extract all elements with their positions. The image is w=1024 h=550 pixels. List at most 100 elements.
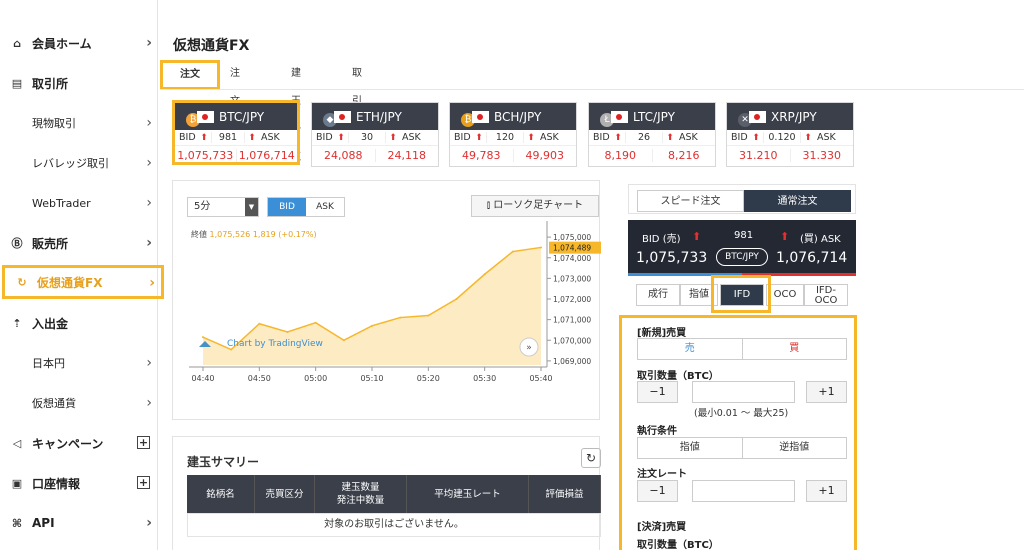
pair-card[interactable]: ◆ ETH/JPY BID ⬆ 30 ⬆ ASK 24,088 24,118 [311, 102, 439, 167]
chevron-right-icon: › [146, 235, 152, 251]
condition-label: 執行条件 [637, 426, 677, 437]
sidebar-item-member-home[interactable]: ⌂ 会員ホーム › [0, 23, 158, 63]
bid-up-arrow-icon: ⬆ [692, 230, 702, 243]
sidebar-item-crypto[interactable]: 仮想通貨 › [0, 383, 158, 423]
x-tick-label: 05:10 [360, 374, 383, 383]
chevron-right-icon: › [146, 35, 152, 51]
sidebar-item-spot[interactable]: 現物取引 › [0, 103, 158, 143]
stop-condition-button[interactable]: 逆指値 [743, 438, 847, 458]
chevron-right-icon: › [146, 115, 152, 131]
price-point [455, 298, 458, 300]
pair-ask-label: ASK [679, 132, 698, 143]
quantity-minus-button[interactable]: −1 [637, 381, 678, 403]
order-type-market[interactable]: 成行 [636, 284, 680, 306]
tab-positions[interactable]: 建玉一覧 [291, 60, 301, 163]
sidebar-item-api[interactable]: ⌘ API › [0, 503, 158, 543]
pair-card[interactable]: Ł LTC/JPY BID ⬆ 26 ⬆ ASK 8,190 8,216 [588, 102, 716, 167]
pair-bid-price: 49,783 [450, 148, 514, 162]
interval-select[interactable]: 5分 ▼ [187, 197, 259, 217]
pair-card[interactable]: ✕ XRP/JPY BID ⬆ 0.120 ⬆ ASK 31.210 31.330 [726, 102, 854, 167]
quote-box: BID (売) ⬆ 981 ⬆ (買) ASK 1,075,733 BTC/JP… [628, 220, 856, 276]
normal-order-tab[interactable]: 通常注文 [744, 190, 851, 212]
summary-column-header: 平均建玉レート [407, 475, 529, 513]
pair-card-price-row: 31.210 31.330 [727, 146, 853, 164]
summary-empty-message: 対象のお取引はございません。 [187, 513, 601, 537]
sidebar-item-account[interactable]: ▣ 口座情報 + [0, 463, 158, 503]
candlestick-chart-button[interactable]: ⫾ ローソク足チャート [471, 195, 599, 217]
rate-input[interactable] [692, 480, 795, 502]
tab-divider [160, 89, 1024, 90]
quantity-input[interactable] [692, 381, 795, 403]
sidebar-item-label: 販売所 [32, 236, 69, 251]
price-chart: 04:40 04:50 05:00 05:10 05:20 05:30 05:40 1,075… [189, 221, 601, 383]
side-toggle: 売 買 [637, 338, 847, 360]
sidebar-item-label: 仮想通貨 [32, 397, 76, 410]
chart-bid-button[interactable]: BID [268, 198, 306, 216]
megaphone-icon: ◁ [12, 436, 22, 450]
refresh-icon[interactable]: ↻ [581, 448, 601, 468]
pair-ask-price: 8,216 [668, 148, 700, 162]
ask-up-arrow-icon: ⬆ [780, 230, 790, 243]
pair-card-spread-row: BID ⬆ 0.120 ⬆ ASK [727, 130, 853, 146]
dropdown-caret-icon: ▼ [245, 198, 258, 216]
pair-bid-label: BID [316, 132, 333, 143]
expand-plus-icon[interactable]: + [137, 436, 150, 449]
sidebar-item-sales[interactable]: Ⓑ 販売所 › [0, 223, 158, 263]
price-point [342, 339, 345, 342]
pair-spread: 120 [486, 132, 524, 143]
tab-order-list[interactable]: 注文一覧 [230, 60, 240, 163]
pair-card[interactable]: ₿ BCH/JPY BID ⬆ 120 ⬆ ASK 49,783 49,903 [449, 102, 577, 167]
order-type-ifd-oco[interactable]: IFD-OCO [804, 284, 848, 306]
quote-spread: 981 [734, 230, 754, 241]
rate-plus-button[interactable]: +1 [806, 480, 847, 502]
price-point [286, 331, 289, 333]
order-type-oco[interactable]: OCO [766, 284, 804, 306]
quantity-label: 取引数量（BTC） [637, 371, 719, 382]
chevron-right-icon: › [146, 355, 152, 371]
pair-card-price-row: 1,075,733 1,076,714 [175, 146, 297, 164]
sidebar-item-webtrader[interactable]: WebTrader › [0, 183, 158, 223]
buy-button[interactable]: 買 [743, 339, 847, 359]
price-point [399, 316, 402, 319]
rate-minus-button[interactable]: −1 [637, 480, 678, 502]
expand-plus-icon[interactable]: + [137, 476, 150, 489]
up-arrow-icon: ⬆ [248, 132, 256, 143]
sell-button[interactable]: 売 [638, 339, 743, 359]
candlestick-button-label: ローソク足チャート [493, 200, 584, 211]
sidebar-item-exchange[interactable]: ▤ 取引所 [0, 63, 158, 103]
pair-spread: 0.120 [763, 132, 801, 143]
order-rate-label: 注文レート [637, 469, 687, 480]
quantity-plus-button[interactable]: +1 [806, 381, 847, 403]
summary-column-header: 売買区分 [255, 475, 315, 513]
up-arrow-icon: ⬆ [752, 132, 760, 143]
tab-history[interactable]: 取引履歴 [352, 60, 362, 163]
up-arrow-icon: ⬆ [337, 132, 345, 143]
pair-card[interactable]: ₿ BTC/JPY BID ⬆ 981 ⬆ ASK 1,075,733 1,076,714 [172, 100, 300, 165]
sidebar-item-label: 取引所 [32, 76, 69, 91]
sidebar-item-deposit[interactable]: ⇡ 入出金 [0, 303, 158, 343]
pair-name: LTC/JPY [633, 109, 675, 124]
pair-bid-label: BID [454, 132, 471, 143]
summary-title: 建玉サマリー [187, 455, 260, 469]
japan-flag-icon [334, 110, 351, 123]
sidebar-item-campaign[interactable]: ◁ キャンペーン + [0, 423, 158, 463]
tab-order[interactable]: 注文 [160, 60, 220, 90]
price-point [511, 250, 514, 253]
speed-order-tab[interactable]: スピード注文 [637, 190, 744, 212]
order-mode-tabs: スピード注文 通常注文 [628, 184, 856, 214]
page-title: 仮想通貨FX [173, 38, 250, 54]
summary-table-header: 銘柄名 売買区分 建玉数量 発注中数量 平均建玉レート 評価損益 [187, 475, 601, 513]
price-point [258, 322, 261, 325]
chart-ask-button[interactable]: ASK [306, 198, 344, 216]
y-tick-label: 1,074,000 [553, 254, 591, 263]
sidebar-item-leverage[interactable]: レバレッジ取引 › [0, 143, 158, 183]
position-summary: 建玉サマリー ↻ 銘柄名 売買区分 建玉数量 発注中数量 平均建玉レート 評価損益 対象… [172, 436, 601, 550]
up-arrow-icon: ⬆ [614, 132, 622, 143]
limit-condition-button[interactable]: 指値 [638, 438, 743, 458]
order-form: [新規]売買 売 買 取引数量（BTC） −1 +1 (最小0.01 〜 最大2… [619, 315, 857, 550]
sidebar-item-jpy[interactable]: 日本円 › [0, 343, 158, 383]
sidebar-item-label: API [32, 516, 55, 530]
sidebar-item-crypto-fx[interactable]: ↻ 仮想通貨FX › [2, 265, 164, 299]
sidebar-item-label: 仮想通貨FX [37, 275, 103, 290]
quote-bid-price: 1,075,733 [636, 250, 708, 266]
